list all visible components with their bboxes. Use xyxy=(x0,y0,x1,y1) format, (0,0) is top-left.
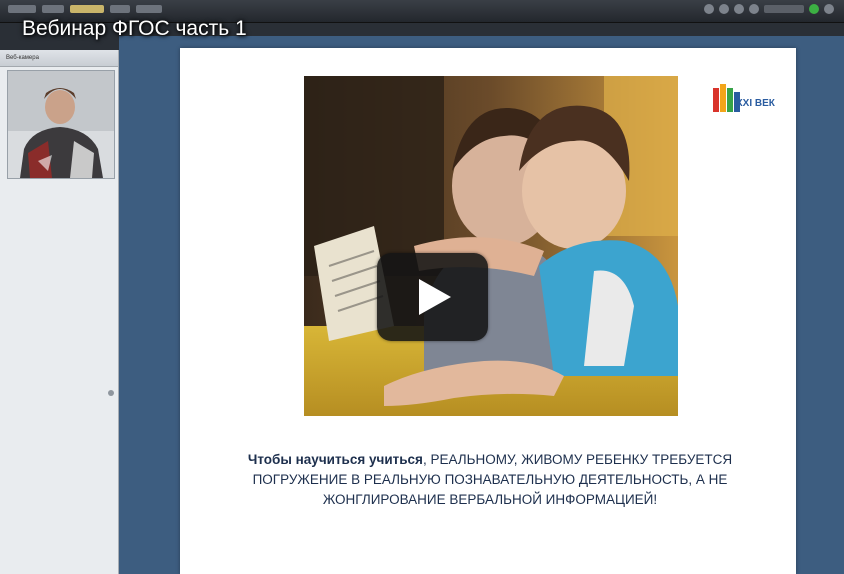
tool-icon[interactable] xyxy=(824,4,834,14)
webcam-panel: Веб-камера xyxy=(0,50,119,574)
menu-item[interactable] xyxy=(8,5,36,13)
video-title: Вебинар ФГОС часть 1 xyxy=(22,17,247,40)
play-triangle-icon xyxy=(419,279,451,315)
connection-status-icon xyxy=(809,4,819,14)
slide-photo xyxy=(304,76,678,416)
tool-icon[interactable] xyxy=(734,4,744,14)
toolbar-tools xyxy=(704,4,834,14)
publisher-logo-text: XXI ВЕК xyxy=(736,98,775,109)
webcam-panel-header: Веб-камера xyxy=(0,50,118,67)
tool-icon[interactable] xyxy=(719,4,729,14)
status-bar xyxy=(764,5,804,13)
menu-item-active[interactable] xyxy=(70,5,104,13)
children-reading-photo xyxy=(304,76,678,416)
menu-item[interactable] xyxy=(136,5,162,13)
slide-caption-bold: Чтобы научиться учиться xyxy=(247,452,423,467)
play-button[interactable] xyxy=(377,253,488,341)
menu-item[interactable] xyxy=(110,5,130,13)
tool-icon[interactable] xyxy=(749,4,759,14)
panel-resize-handle[interactable] xyxy=(108,390,114,396)
slide-caption: Чтобы научиться учиться, РЕАЛЬНОМУ, ЖИВО… xyxy=(210,450,770,510)
toolbar-menu xyxy=(8,5,162,13)
tool-icon[interactable] xyxy=(704,4,714,14)
menu-item[interactable] xyxy=(42,5,64,13)
webcam-video xyxy=(7,70,115,179)
presentation-slide: XXI ВЕК Чтобы научиться учиться, РЕАЛЬНО… xyxy=(180,48,796,574)
presenter-video-image xyxy=(8,71,114,178)
